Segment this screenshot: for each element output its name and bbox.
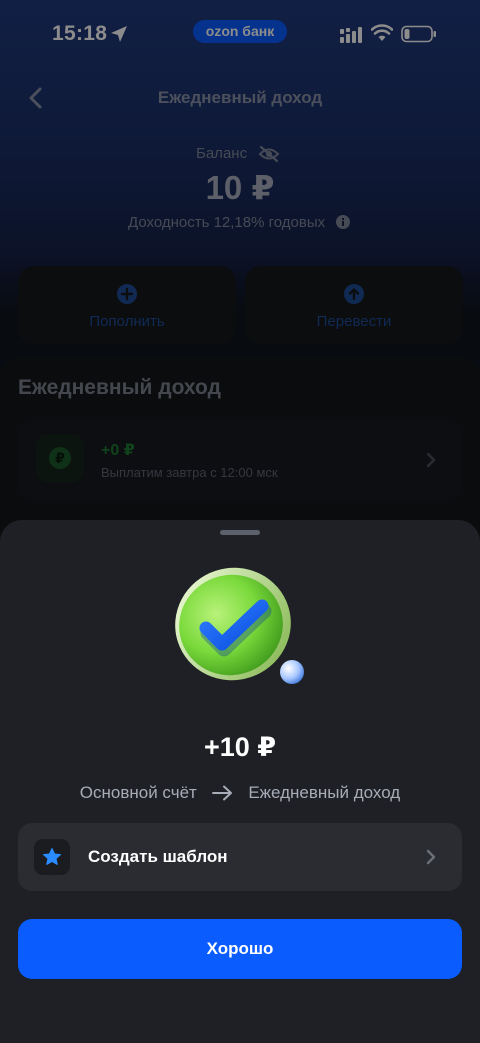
to-account: Ежедневный доход — [248, 782, 401, 802]
chevron-right-icon — [426, 849, 436, 865]
from-account: Основной счёт — [79, 782, 197, 802]
star-badge — [34, 839, 70, 875]
create-template-button[interactable]: Создать шаблон — [18, 823, 462, 891]
star-icon — [43, 848, 61, 865]
ok-button[interactable]: Хорошо — [18, 919, 462, 979]
transfer-amount: +10 ₽ — [203, 732, 277, 762]
success-checkmark-icon — [175, 567, 304, 684]
success-bottom-sheet: +10 ₽ Основной счёт Ежедневный доход Соз… — [0, 520, 480, 1043]
arrow-right-icon — [211, 785, 232, 801]
transfer-route: Основной счёт Ежедневный доход — [0, 782, 480, 803]
create-template-label: Создать шаблон — [88, 847, 228, 866]
sheet-grabber[interactable] — [220, 530, 260, 535]
